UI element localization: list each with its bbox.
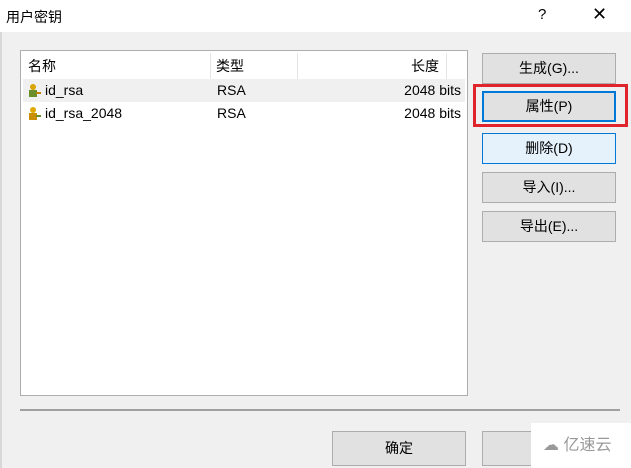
column-header-type[interactable]: 类型 (216, 53, 244, 79)
watermark-logo: ☁ 亿速云 (531, 423, 631, 468)
ok-button[interactable]: 确定 (332, 431, 466, 466)
highlight-annotation (473, 84, 628, 127)
delete-button[interactable]: 删除(D) (482, 133, 616, 164)
window-border (0, 32, 2, 468)
key-list[interactable]: 名称 类型 长度 id_rsa RSA 2048 bits id_rsa_204… (20, 50, 468, 396)
dialog-title: 用户密钥 (6, 9, 62, 25)
cloud-icon: ☁ (543, 437, 559, 454)
column-divider[interactable] (210, 53, 211, 79)
key-type: RSA (217, 105, 246, 121)
watermark-text: 亿速云 (563, 437, 612, 454)
table-row[interactable]: id_rsa_2048 RSA 2048 bits (23, 102, 465, 125)
column-divider[interactable] (297, 53, 298, 79)
key-type: RSA (217, 82, 246, 98)
key-user-icon (29, 107, 41, 120)
table-row[interactable]: id_rsa RSA 2048 bits (23, 79, 465, 102)
key-name: id_rsa_2048 (45, 105, 123, 121)
column-header-name[interactable]: 名称 (28, 53, 56, 79)
key-user-icon (29, 84, 41, 97)
generate-button[interactable]: 生成(G)... (482, 53, 616, 84)
column-divider[interactable] (446, 53, 447, 79)
key-length: 2048 bits (404, 105, 461, 121)
import-button[interactable]: 导入(I)... (482, 172, 616, 203)
help-button[interactable]: ? (538, 6, 546, 23)
export-button[interactable]: 导出(E)... (482, 211, 616, 242)
key-length: 2048 bits (404, 82, 461, 98)
key-name: id_rsa (45, 82, 84, 98)
title-bar: 用户密钥 ? ✕ (0, 0, 631, 32)
close-button[interactable]: ✕ (592, 4, 607, 25)
column-header-length[interactable]: 长度 (411, 53, 439, 79)
separator (20, 409, 620, 411)
